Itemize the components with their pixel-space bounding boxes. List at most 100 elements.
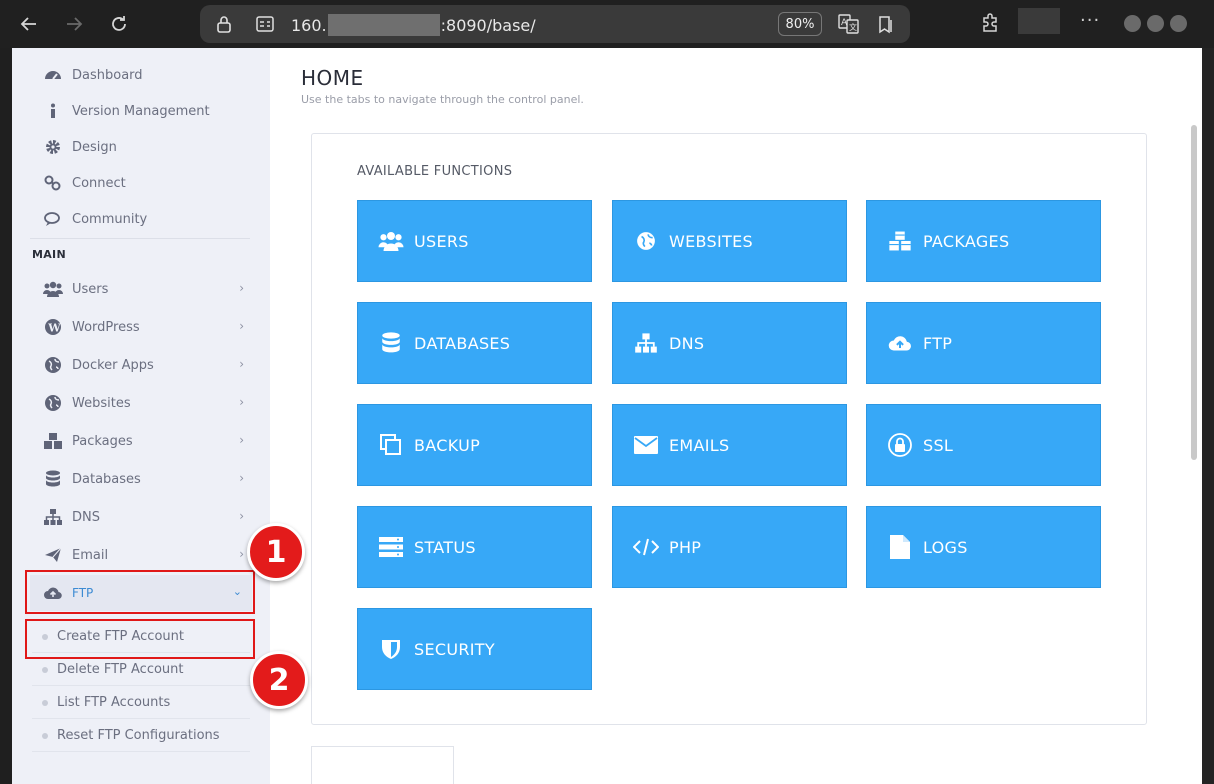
cubes-icon <box>42 430 64 452</box>
scrollbar-thumb[interactable] <box>1191 125 1197 460</box>
reload-icon <box>112 16 126 31</box>
sidebar-item-design[interactable]: Design <box>30 130 252 164</box>
chevron-right-icon: › <box>239 357 244 371</box>
tile-dns[interactable]: DNS <box>612 302 847 384</box>
back-button[interactable] <box>15 10 43 38</box>
sidebar-subitem-label: Reset FTP Configurations <box>57 728 220 743</box>
sidebar-item-websites[interactable]: Websites › <box>30 386 252 420</box>
url-suffix: :8090/base/ <box>440 15 536 35</box>
tile-label: DATABASES <box>414 333 511 353</box>
redacted-ip <box>327 14 440 36</box>
sidebar: Dashboard Version Management Design Conn… <box>12 48 270 784</box>
sidebar-item-label: Dashboard <box>72 67 143 83</box>
arrow-right-icon <box>67 17 83 31</box>
tile-databases[interactable]: DATABASES <box>357 302 592 384</box>
sidebar-item-label: WordPress <box>72 319 140 335</box>
chat-icon <box>42 208 64 230</box>
tile-users[interactable]: USERS <box>357 200 592 282</box>
shield-icon <box>378 636 404 662</box>
bullet-icon <box>42 699 48 706</box>
highlight-ftp-menu <box>25 570 255 614</box>
profile-avatar[interactable] <box>1018 8 1060 34</box>
gear-icon <box>42 136 64 158</box>
highlight-create-ftp-account <box>25 619 255 659</box>
chevron-right-icon: › <box>239 433 244 447</box>
step-badge-1: 1 <box>247 523 305 581</box>
svg-text:W: W <box>47 322 61 335</box>
tile-label: FTP <box>923 333 953 353</box>
sidebar-item-dns[interactable]: DNS › <box>30 500 252 534</box>
sidebar-divider <box>30 238 250 239</box>
tile-label: STATUS <box>414 537 476 557</box>
tile-status[interactable]: STATUS <box>357 506 592 588</box>
tile-label: PHP <box>669 537 702 557</box>
url-text[interactable]: 160. :8090/base/ <box>291 14 536 36</box>
globe-icon <box>42 354 64 376</box>
chevron-right-icon: › <box>239 509 244 523</box>
scrollbar-track[interactable] <box>1202 48 1214 784</box>
sidebar-item-users[interactable]: Users › <box>30 272 252 306</box>
cloud-upload-icon <box>887 330 913 356</box>
sidebar-item-label: Databases <box>72 471 141 487</box>
sidebar-subitem-reset-ftp-configurations[interactable]: Reset FTP Configurations <box>32 720 250 752</box>
sidebar-item-docker-apps[interactable]: Docker Apps › <box>30 348 252 382</box>
bullet-icon <box>42 666 48 673</box>
reload-button[interactable] <box>105 10 133 38</box>
sidebar-section-header: MAIN <box>32 248 66 261</box>
window-minimize-button[interactable] <box>1124 15 1141 32</box>
page-subtitle: Use the tabs to navigate through the con… <box>301 93 584 106</box>
extensions-icon[interactable] <box>980 13 1002 39</box>
sidebar-item-connect[interactable]: Connect <box>30 166 252 200</box>
panel-title: AVAILABLE FUNCTIONS <box>357 164 513 179</box>
sidebar-item-community[interactable]: Community <box>30 202 252 236</box>
window-maximize-button[interactable] <box>1147 15 1164 32</box>
window-close-button[interactable] <box>1170 15 1187 32</box>
address-bar[interactable]: 160. :8090/base/ 80% A文 <box>200 5 910 43</box>
sidebar-item-label: Design <box>72 139 117 155</box>
sidebar-item-label: Version Management <box>72 103 210 119</box>
tile-security[interactable]: SECURITY <box>357 608 592 690</box>
sidebar-item-databases[interactable]: Databases › <box>30 462 252 496</box>
tile-websites[interactable]: WEBSITES <box>612 200 847 282</box>
step-badge-2: 2 <box>250 651 308 709</box>
tile-label: BACKUP <box>414 435 481 455</box>
sidebar-item-email[interactable]: Email › <box>30 538 252 572</box>
info-icon <box>42 100 64 122</box>
sidebar-item-version-management[interactable]: Version Management <box>30 94 252 128</box>
sidebar-item-label: Users <box>72 281 109 297</box>
tile-php[interactable]: PHP <box>612 506 847 588</box>
envelope-icon <box>633 432 659 458</box>
sitemap-icon <box>42 506 64 528</box>
reading-list-icon[interactable] <box>876 14 896 38</box>
tile-logs[interactable]: LOGS <box>866 506 1101 588</box>
copy-icon <box>378 432 404 458</box>
browser-toolbar: 160. :8090/base/ 80% A文 ··· <box>0 0 1214 48</box>
chevron-right-icon: › <box>239 547 244 561</box>
tile-ssl[interactable]: SSL <box>866 404 1101 486</box>
globe-icon <box>633 228 659 254</box>
wordpress-icon: W <box>42 316 64 338</box>
lock-icon <box>216 15 232 37</box>
more-menu-icon[interactable]: ··· <box>1080 10 1100 31</box>
tile-ftp[interactable]: FTP <box>866 302 1101 384</box>
cubes-icon <box>887 228 913 254</box>
translate-icon[interactable]: A文 <box>838 14 860 38</box>
chevron-right-icon: › <box>239 471 244 485</box>
tile-emails[interactable]: EMAILS <box>612 404 847 486</box>
sidebar-item-dashboard[interactable]: Dashboard <box>30 58 252 92</box>
sidebar-subitem-list-ftp-accounts[interactable]: List FTP Accounts <box>32 687 250 719</box>
zoom-indicator[interactable]: 80% <box>778 12 822 36</box>
tile-backup[interactable]: BACKUP <box>357 404 592 486</box>
sidebar-subitem-label: Delete FTP Account <box>57 662 184 677</box>
bullet-icon <box>42 732 48 739</box>
tile-packages[interactable]: PACKAGES <box>866 200 1101 282</box>
sidebar-item-wordpress[interactable]: W WordPress › <box>30 310 252 344</box>
page-viewport: Dashboard Version Management Design Conn… <box>12 48 1202 784</box>
tile-label: DNS <box>669 333 705 353</box>
file-icon <box>887 534 913 560</box>
sidebar-subitem-label: List FTP Accounts <box>57 695 171 710</box>
sidebar-item-packages[interactable]: Packages › <box>30 424 252 458</box>
site-info-icon[interactable] <box>256 16 274 36</box>
forward-button[interactable] <box>60 10 88 38</box>
tile-label: PACKAGES <box>923 231 1010 251</box>
